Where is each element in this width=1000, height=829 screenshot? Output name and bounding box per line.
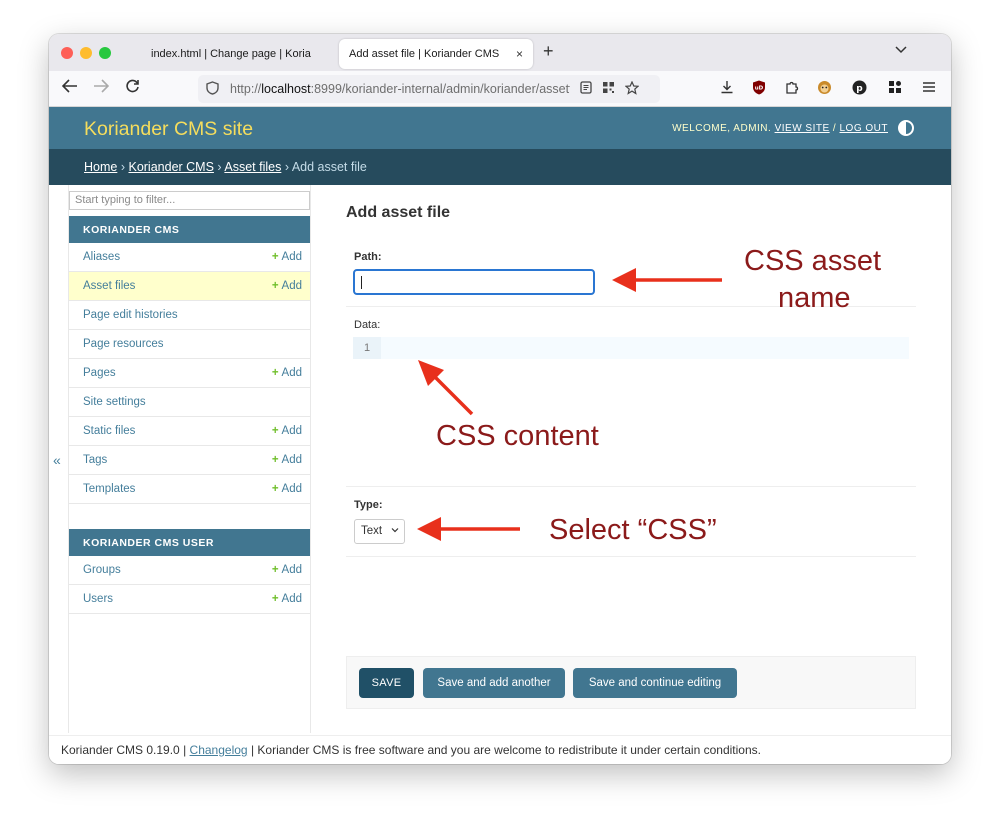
line-number: 1 [353, 337, 381, 359]
add-pages-link[interactable]: + Add [272, 367, 302, 379]
sidebar-item-page-edit-histories[interactable]: Page edit histories [69, 301, 310, 330]
path-input[interactable] [353, 269, 595, 295]
data-code-editor[interactable]: 1 [353, 337, 909, 359]
browser-window: index.html | Change page | Koriander CMS… [49, 34, 951, 764]
save-button[interactable]: SAVE [359, 668, 414, 698]
bookmark-star-icon[interactable] [624, 80, 640, 98]
data-label: Data: [354, 319, 381, 331]
sidebar-filter-input[interactable]: Start typing to filter... [69, 191, 310, 210]
sidebar-item-asset-files[interactable]: Asset files + Add [69, 272, 310, 301]
plus-icon: + [271, 483, 279, 495]
breadcrumb-current: Add asset file [291, 160, 367, 174]
svg-text:p: p [856, 84, 863, 94]
extensions-puzzle-icon[interactable] [785, 80, 799, 97]
plus-icon: + [271, 280, 279, 292]
type-annotation: Select “CSS” [549, 514, 717, 546]
shield-icon[interactable] [206, 80, 220, 98]
breadcrumb: Home › Koriander CMS › Asset files › Add… [49, 149, 951, 185]
reload-icon[interactable] [125, 79, 140, 99]
sidebar-item-groups[interactable]: Groups + Add [69, 556, 310, 585]
submit-row: SAVE Save and add another Save and conti… [346, 656, 916, 709]
collapse-sidebar-icon[interactable]: « [53, 452, 61, 468]
page-title: Add asset file [346, 204, 451, 221]
theme-toggle-icon[interactable] [898, 120, 914, 136]
minimize-window-button[interactable] [80, 47, 92, 59]
view-site-link[interactable]: VIEW SITE [775, 123, 830, 134]
forward-icon[interactable] [93, 79, 110, 98]
tab-strip: index.html | Change page | Koriander CMS… [49, 34, 951, 71]
add-aliases-link[interactable]: + Add [272, 251, 302, 263]
sidebar-item-page-resources[interactable]: Page resources [69, 330, 310, 359]
address-bar[interactable]: http://localhost:8999/koriander-internal… [198, 75, 660, 103]
path-annotation-line1: CSS asset [744, 245, 881, 277]
module-caption-koriander-cms-user[interactable]: KORIANDER CMS USER [69, 529, 310, 556]
sidebar-item-aliases[interactable]: Aliases + Add [69, 243, 310, 272]
add-tags-link[interactable]: + Add [272, 454, 302, 466]
save-and-add-another-button[interactable]: Save and add another [423, 668, 565, 698]
breadcrumb-app[interactable]: Koriander CMS [128, 160, 213, 174]
p-extension-icon[interactable]: p [852, 80, 867, 98]
plus-icon: + [271, 367, 279, 379]
navigation-toolbar: http://localhost:8999/koriander-internal… [49, 71, 951, 107]
tab-title: index.html | Change page | Koriander CMS [151, 48, 311, 60]
sidebar-item-site-settings[interactable]: Site settings [69, 388, 310, 417]
sidebar-item-tags[interactable]: Tags + Add [69, 446, 310, 475]
add-templates-link[interactable]: + Add [272, 483, 302, 495]
monkey-extension-icon[interactable] [817, 80, 832, 98]
close-window-button[interactable] [61, 47, 73, 59]
sidebar-item-users[interactable]: Users + Add [69, 585, 310, 614]
qr-code-icon[interactable] [602, 81, 615, 97]
new-tab-icon[interactable]: + [543, 41, 554, 62]
tab-title: Add asset file | Koriander CMS [349, 48, 500, 60]
apps-grid-icon[interactable] [888, 80, 902, 97]
back-icon[interactable] [61, 79, 78, 98]
breadcrumb-home[interactable]: Home [84, 160, 117, 174]
sidebar-item-templates[interactable]: Templates + Add [69, 475, 310, 504]
url-text[interactable]: http://localhost:8999/koriander-internal… [230, 82, 570, 96]
plus-icon: + [271, 425, 279, 437]
reader-view-icon[interactable] [580, 81, 592, 97]
site-name[interactable]: Koriander CMS site [84, 118, 253, 141]
add-static-files-link[interactable]: + Add [272, 425, 302, 437]
plus-icon: + [271, 593, 279, 605]
hamburger-menu-icon[interactable] [922, 80, 936, 96]
chevron-down-icon[interactable] [895, 43, 907, 57]
tab-add-asset-file[interactable]: Add asset file | Koriander CMS × [339, 39, 533, 69]
plus-icon: + [271, 251, 279, 263]
save-and-continue-button[interactable]: Save and continue editing [573, 668, 737, 698]
plus-icon: + [271, 564, 279, 576]
type-select[interactable]: Text [354, 519, 405, 544]
svg-text:uD: uD [755, 86, 764, 92]
tab-change-page[interactable]: index.html | Change page | Koriander CMS [141, 39, 321, 69]
nav-sidebar: Start typing to filter... KORIANDER CMS … [68, 185, 311, 733]
module-caption-koriander-cms[interactable]: KORIANDER CMS [69, 216, 310, 243]
close-tab-icon[interactable]: × [516, 47, 523, 61]
add-asset-files-link[interactable]: + Add [272, 280, 302, 292]
form-row-data: Data: 1 [346, 307, 916, 487]
sidebar-item-static-files[interactable]: Static files + Add [69, 417, 310, 446]
text-caret [361, 276, 362, 289]
add-groups-link[interactable]: + Add [272, 564, 302, 576]
plus-icon: + [271, 454, 279, 466]
breadcrumb-model[interactable]: Asset files [224, 160, 281, 174]
download-icon[interactable] [720, 80, 734, 97]
log-out-link[interactable]: LOG OUT [839, 123, 888, 134]
changelog-link[interactable]: Changelog [190, 743, 248, 757]
page-footer: Koriander CMS 0.19.0 | Changelog | Koria… [49, 735, 951, 764]
chevron-down-icon [391, 525, 399, 535]
user-tools: WELCOME, ADMIN. VIEW SITE / LOG OUT [672, 123, 888, 134]
add-users-link[interactable]: + Add [272, 593, 302, 605]
ublock-shield-icon[interactable]: uD [752, 80, 766, 98]
path-annotation-line2: name [778, 282, 851, 314]
path-label: Path: [354, 251, 382, 263]
zoom-window-button[interactable] [99, 47, 111, 59]
sidebar-item-pages[interactable]: Pages + Add [69, 359, 310, 388]
type-label: Type: [354, 499, 383, 511]
site-header: Koriander CMS site WELCOME, ADMIN. VIEW … [49, 107, 951, 149]
data-annotation: CSS content [436, 420, 599, 452]
